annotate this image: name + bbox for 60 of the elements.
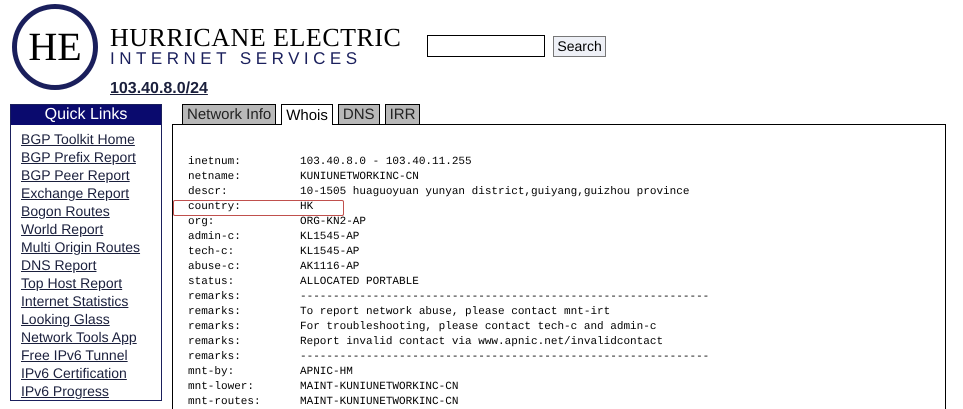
whois-key: remarks: (188, 305, 300, 320)
whois-key: status: (188, 275, 300, 290)
whois-value: Report invalid contact via www.apnic.net/invalidcontact (300, 335, 664, 350)
whois-value: ALLOCATED PORTABLE (300, 275, 419, 290)
whois-value: To report network abuse, please contact mnt-irt (300, 305, 610, 320)
sidebar-link[interactable]: Exchange Report (21, 184, 130, 202)
whois-key: org: (188, 215, 300, 230)
sidebar-link[interactable]: Network Tools App (21, 328, 137, 346)
sidebar-link[interactable]: BGP Toolkit Home (21, 130, 135, 148)
brand-subtitle: INTERNET SERVICES (110, 50, 363, 68)
tab[interactable]: DNS (338, 104, 380, 124)
sidebar-link[interactable]: IPv6 Progress (21, 382, 109, 400)
whois-key: tech-c: (188, 245, 300, 260)
tab[interactable]: IRR (384, 104, 420, 124)
sidebar-header: Quick Links (11, 105, 161, 125)
whois-key: remarks: (188, 320, 300, 335)
whois-value: APNIC-HM (300, 365, 353, 380)
whois-key: mnt-routes: (188, 395, 300, 409)
whois-key: mnt-lower: (188, 380, 300, 395)
sidebar-link[interactable]: BGP Prefix Report (21, 148, 136, 166)
whois-key: abuse-c: (188, 260, 300, 275)
sidebar-link[interactable]: Looking Glass (21, 310, 110, 328)
whois-value: MAINT-KUNIUNETWORKINC-CN (300, 395, 458, 409)
whois-value: KUNIUNETWORKINC-CN (300, 170, 419, 185)
logo-icon: HE (12, 4, 98, 90)
brand-title: HURRICANE ELECTRIC (110, 26, 402, 50)
sidebar-link[interactable]: World Report (21, 220, 104, 238)
whois-value: For troubleshooting, please contact tech-c and admin-c (300, 320, 656, 335)
whois-value: -------------------------------------------------------------- (300, 350, 710, 365)
sidebar-link[interactable]: Free IPv6 Tunnel (21, 346, 128, 364)
whois-value: KL1545-AP (300, 245, 360, 260)
whois-key: inetnum: (188, 155, 300, 170)
whois-value: KL1545-AP (300, 230, 360, 245)
whois-key: descr: (188, 185, 300, 200)
whois-value: MAINT-KUNIUNETWORKINC-CN (300, 380, 458, 395)
tab[interactable]: Whois (281, 104, 333, 125)
tab[interactable]: Network Info (182, 104, 276, 124)
whois-value: 103.40.8.0 - 103.40.11.255 (300, 155, 472, 170)
whois-value: 10-1505 huaguoyuan yunyan district,guiyang,guizhou province (300, 185, 690, 200)
whois-key: remarks: (188, 350, 300, 365)
whois-key: remarks: (188, 290, 300, 305)
sidebar-link[interactable]: Top Host Report (21, 274, 122, 292)
whois-value: ORG-KN2-AP (300, 215, 366, 230)
whois-value: AK1116-AP (300, 260, 360, 275)
whois-key: remarks: (188, 335, 300, 350)
whois-value: -------------------------------------------------------------- (300, 290, 710, 305)
sidebar-link[interactable]: Bogon Routes (21, 202, 110, 220)
whois-value: HK (300, 200, 314, 215)
sidebar-link[interactable]: Multi Origin Routes (21, 238, 140, 256)
sidebar-link[interactable]: DNS Report (21, 256, 96, 274)
whois-key: admin-c: (188, 230, 300, 245)
sidebar-link[interactable]: BGP Peer Report (21, 166, 130, 184)
whois-key: mnt-by: (188, 365, 300, 380)
sidebar-link[interactable]: Internet Statistics (21, 292, 128, 310)
sidebar-link[interactable]: IPv6 Certification (21, 364, 127, 382)
search-button[interactable]: Search (553, 36, 606, 56)
whois-key: netname: (188, 170, 300, 185)
search-field[interactable] (427, 35, 546, 57)
whois-key: country: (188, 200, 300, 215)
prefix-link[interactable]: 103.40.8.0/24 (110, 77, 208, 101)
